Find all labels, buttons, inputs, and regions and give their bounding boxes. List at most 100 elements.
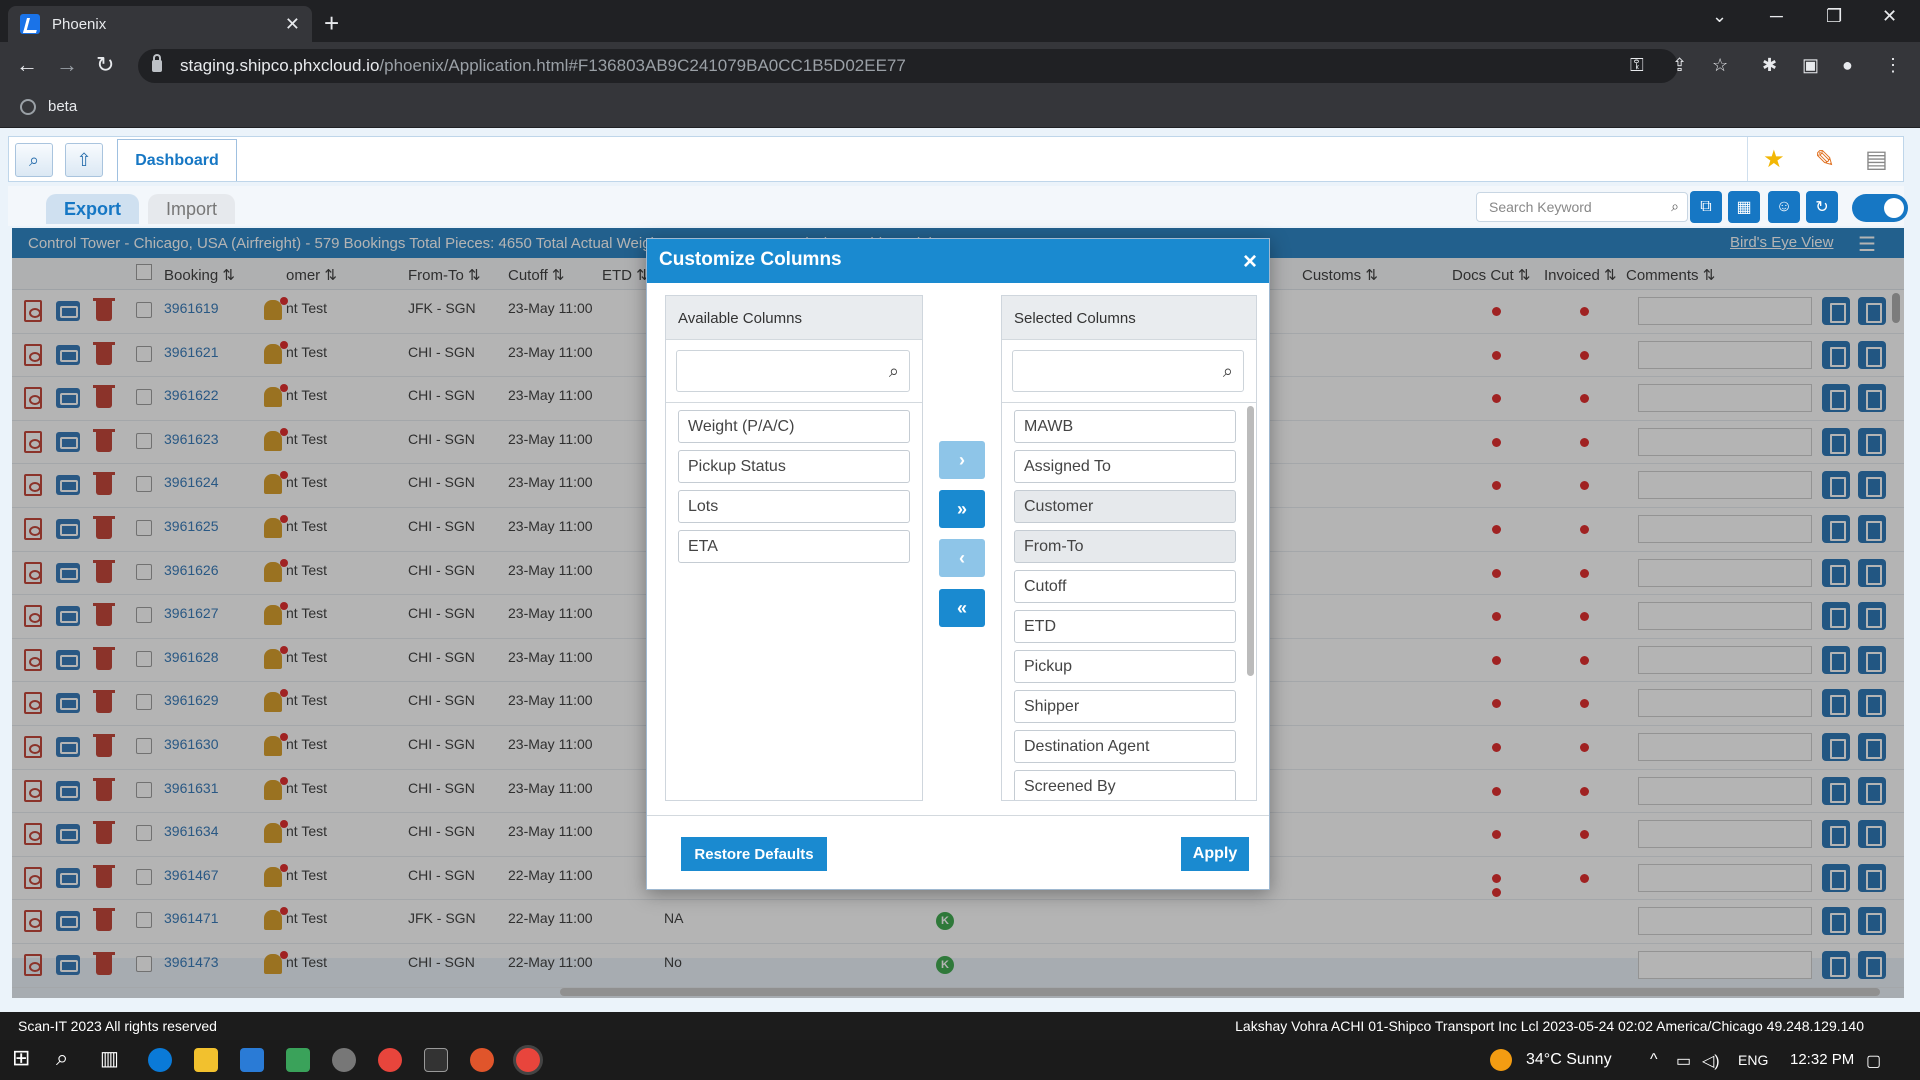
available-columns-title: Available Columns (666, 296, 922, 340)
tools-icon[interactable]: ✎ (1815, 145, 1835, 174)
selected-column-item[interactable]: Screened By (1014, 770, 1236, 800)
language-indicator[interactable]: ENG (1738, 1052, 1768, 1068)
tab-import[interactable]: Import (148, 194, 236, 224)
tab-title: Phoenix (52, 15, 107, 33)
selected-column-item[interactable]: From-To (1014, 530, 1236, 563)
side-panel-icon[interactable]: ▣ (1802, 55, 1819, 76)
url-path: /phoenix/Application.html#F136803AB9C241… (379, 56, 906, 75)
dialog-close-icon[interactable]: × (1243, 248, 1257, 276)
url-host: staging.shipco.phxcloud.io (180, 56, 380, 75)
edge-icon[interactable] (148, 1048, 172, 1072)
weather-icon (1490, 1049, 1512, 1071)
move-left-button[interactable]: ‹ (939, 539, 985, 577)
chrome-active-icon[interactable] (516, 1048, 540, 1072)
terminal-icon[interactable] (424, 1048, 448, 1072)
notes-icon[interactable]: ▤ (1865, 145, 1888, 174)
window-close-icon[interactable]: ✕ (1882, 6, 1897, 27)
bookmarks-bar: beta (0, 88, 1920, 128)
clock[interactable]: 12:32 PM (1790, 1051, 1854, 1068)
browser-tab-bar: Phoenix ✕ + ⌄ ─ ❐ ✕ (0, 0, 1920, 42)
profile-icon[interactable]: ● (1842, 55, 1853, 76)
settings-icon[interactable] (332, 1048, 356, 1072)
divider (1002, 402, 1256, 403)
move-right-button[interactable]: › (939, 441, 985, 479)
available-column-item[interactable]: ETA (678, 530, 910, 563)
file-explorer-icon[interactable] (194, 1048, 218, 1072)
upload-icon[interactable]: ⇧ (65, 143, 103, 177)
selected-column-item[interactable]: ETD (1014, 610, 1236, 643)
apply-button[interactable]: Apply (1181, 837, 1249, 871)
available-columns-panel: Available Columns ⌕ Weight (P/A/C) Pickup… (665, 295, 923, 801)
tab-export[interactable]: Export (46, 194, 140, 224)
view-toggle[interactable] (1852, 194, 1908, 222)
customize-columns-dialog: Customize Columns × Available Columns ⌕ … (646, 238, 1270, 890)
key-icon[interactable]: ⚿ (1630, 55, 1644, 76)
tab-close-icon[interactable]: ✕ (285, 14, 300, 35)
vscode-icon[interactable] (240, 1048, 264, 1072)
app-icon[interactable] (286, 1048, 310, 1072)
app-icon[interactable] (470, 1048, 494, 1072)
move-all-right-button[interactable]: » (939, 490, 985, 528)
chrome-icon[interactable] (378, 1048, 402, 1072)
back-icon[interactable]: ← (16, 52, 38, 78)
available-search-input[interactable]: ⌕ (676, 350, 910, 392)
available-column-item[interactable]: Pickup Status (678, 450, 910, 483)
windows-taskbar: ⊞ ⌕ ▥ 34°C Sunny ^ ▭ ◁) ENG 12:32 PM ▢ (0, 1040, 1920, 1080)
forward-icon[interactable]: → (56, 52, 78, 78)
restore-icon[interactable]: ❐ (1826, 6, 1842, 27)
bookmark-label: beta (48, 98, 78, 115)
divider (666, 402, 922, 403)
restore-defaults-button[interactable]: Restore Defaults (681, 837, 827, 871)
sub-toolbar: Export Import Search Keyword ⌕ ⧉ ▦ ☺ ↻ (8, 186, 1908, 226)
browser-tab[interactable]: Phoenix ✕ (8, 6, 312, 42)
network-icon[interactable]: ▭ (1676, 1051, 1691, 1071)
extensions-icon[interactable]: ✱ (1762, 55, 1777, 76)
minimize-icon[interactable]: ─ (1770, 6, 1783, 27)
tab-search-icon[interactable]: ⌄ (1712, 6, 1727, 27)
menu-icon[interactable]: ⋮ (1884, 55, 1902, 76)
selected-search-input[interactable]: ⌕ (1012, 350, 1244, 392)
share-icon[interactable]: ⇪ (1672, 55, 1687, 76)
selected-column-item[interactable]: MAWB (1014, 410, 1236, 443)
dialog-title: Customize Columns × (647, 239, 1269, 283)
reload-icon[interactable]: ↻ (96, 52, 114, 78)
notifications-icon[interactable]: ▢ (1866, 1051, 1881, 1071)
popout-icon[interactable]: ⧉ (1690, 191, 1722, 223)
search-icon: ⌕ (888, 361, 899, 381)
selected-list-scrollbar[interactable] (1247, 406, 1254, 676)
bookmark-beta[interactable]: beta (20, 98, 77, 115)
search-icon: ⌕ (1222, 361, 1233, 381)
selected-column-item[interactable]: Destination Agent (1014, 730, 1236, 763)
refresh-icon[interactable]: ↻ (1806, 191, 1838, 223)
address-bar: ← → ↻ staging.shipco.phxcloud.io/phoenix… (0, 42, 1920, 88)
windows-start-icon[interactable]: ⊞ (12, 1045, 36, 1070)
search-icon[interactable]: ⌕ (1671, 198, 1679, 215)
weather-text[interactable]: 34°C Sunny (1526, 1051, 1612, 1069)
available-column-item[interactable]: Weight (P/A/C) (678, 410, 910, 443)
selected-column-item[interactable]: Shipper (1014, 690, 1236, 723)
search-icon[interactable]: ⌕ (15, 143, 53, 177)
move-all-left-button[interactable]: « (939, 589, 985, 627)
favorites-star-icon[interactable]: ★ (1763, 145, 1785, 174)
url-input[interactable]: staging.shipco.phxcloud.io/phoenix/Appli… (138, 49, 1678, 83)
columns-icon[interactable]: ▦ (1728, 191, 1760, 223)
session-info: Lakshay Vohra ACHI 01-Shipco Transport I… (1235, 1018, 1864, 1034)
task-view-icon[interactable]: ▥ (100, 1046, 124, 1070)
selected-column-item[interactable]: Assigned To (1014, 450, 1236, 483)
tab-dashboard[interactable]: Dashboard (117, 139, 237, 181)
volume-icon[interactable]: ◁) (1702, 1051, 1720, 1071)
search-icon[interactable]: ⌕ (56, 1045, 80, 1070)
selected-column-item[interactable]: Cutoff (1014, 570, 1236, 603)
keyword-search-input[interactable]: Search Keyword ⌕ (1476, 192, 1688, 222)
bookmark-star-icon[interactable]: ☆ (1712, 55, 1728, 76)
tray-expand-icon[interactable]: ^ (1650, 1051, 1658, 1069)
new-tab-icon[interactable]: + (324, 8, 339, 39)
available-list: Weight (P/A/C) Pickup Status Lots ETA (666, 410, 922, 563)
selected-column-item[interactable]: Pickup (1014, 650, 1236, 683)
available-column-item[interactable]: Lots (678, 490, 910, 523)
app-toolbar: ⌕ ⇧ Dashboard ★ ✎ ▤ (8, 136, 1904, 182)
toolbar-right: ★ ✎ ▤ (1747, 137, 1903, 181)
selected-column-item[interactable]: Customer (1014, 490, 1236, 523)
user-settings-icon[interactable]: ☺ (1768, 191, 1800, 223)
app-footer: Scan-IT 2023 All rights reserved Lakshay… (0, 1012, 1920, 1040)
